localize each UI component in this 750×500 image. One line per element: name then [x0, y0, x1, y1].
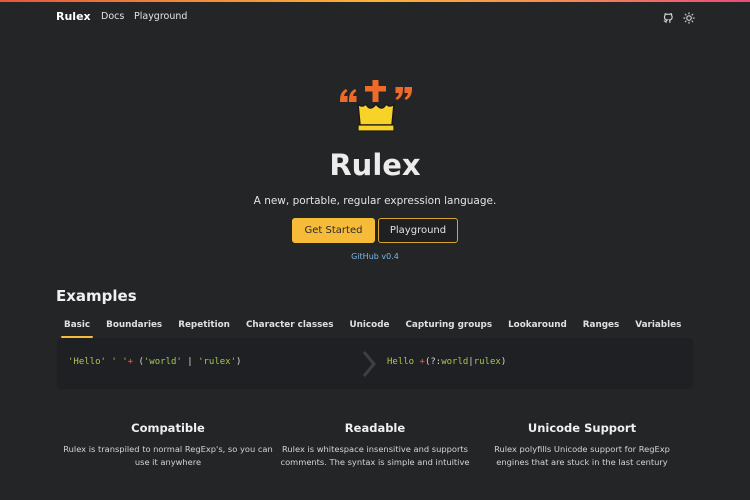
code-token: ): [500, 357, 507, 367]
code-token: +: [127, 357, 134, 367]
example-code-block: 'Hello' ' '+ ('world' | 'rulex') Hello +…: [57, 338, 693, 389]
hero-title: Rulex: [329, 148, 421, 182]
regex-output-code: Hello +(?:world|rulex): [387, 357, 506, 367]
nav-link-docs[interactable]: Docs: [101, 11, 124, 22]
code-token: 'Hello': [68, 357, 106, 367]
code-token: 'world': [143, 357, 182, 367]
tab-character-classes[interactable]: Character classes: [238, 316, 342, 338]
feature-description: Rulex polyfills Unicode support for RegE…: [494, 444, 670, 467]
code-token: ): [236, 357, 242, 367]
tab-repetition[interactable]: Repetition: [170, 316, 238, 338]
feature-compatible: Compatible Rulex is transpiled to normal…: [63, 421, 273, 469]
code-token: 'rulex': [198, 357, 237, 367]
brand-link[interactable]: Rulex: [56, 10, 91, 23]
github-version-link[interactable]: GitHub v0.4: [0, 252, 750, 261]
tab-capturing-groups[interactable]: Capturing groups: [397, 316, 500, 338]
tab-variables[interactable]: Variables: [627, 316, 689, 338]
hero-subtitle: A new, portable, regular expression lang…: [253, 195, 497, 207]
code-token: Hello: [387, 357, 420, 367]
feature-title: Compatible: [131, 421, 205, 435]
examples-tabs: Basic Boundaries Repetition Character cl…: [56, 316, 689, 338]
code-token: ' ': [111, 357, 128, 367]
chevron-right-icon: [362, 351, 376, 377]
tab-ranges[interactable]: Ranges: [575, 316, 627, 338]
feature-readable: Readable Rulex is whitespace insensitive…: [270, 421, 480, 469]
tab-lookaround[interactable]: Lookaround: [500, 316, 575, 338]
feature-description: Rulex is whitespace insensitive and supp…: [280, 444, 470, 467]
tab-boundaries[interactable]: Boundaries: [98, 316, 170, 338]
examples-heading: Examples: [56, 287, 137, 305]
tab-unicode[interactable]: Unicode: [342, 316, 398, 338]
tab-basic[interactable]: Basic: [56, 316, 98, 338]
get-started-button[interactable]: Get Started: [292, 218, 375, 243]
rulex-logo-icon: [334, 76, 418, 136]
feature-title: Unicode Support: [527, 421, 637, 435]
code-token: |: [187, 357, 193, 367]
feature-description: Rulex is transpiled to normal RegExp's, …: [63, 444, 273, 467]
code-token: rulex: [473, 357, 501, 367]
feature-unicode-support: Unicode Support Rulex polyfills Unicode …: [477, 421, 687, 469]
navbar: Rulex Docs Playground: [0, 2, 750, 34]
feature-title: Readable: [344, 421, 406, 435]
code-token: (?:: [424, 357, 442, 367]
playground-button[interactable]: Playground: [378, 218, 458, 243]
rulex-input-code: 'Hello' ' '+ ('world' | 'rulex'): [68, 357, 241, 367]
github-icon[interactable]: [661, 11, 675, 25]
code-token: world: [441, 357, 469, 367]
sun-icon[interactable]: [682, 11, 696, 25]
nav-link-playground[interactable]: Playground: [134, 11, 187, 22]
